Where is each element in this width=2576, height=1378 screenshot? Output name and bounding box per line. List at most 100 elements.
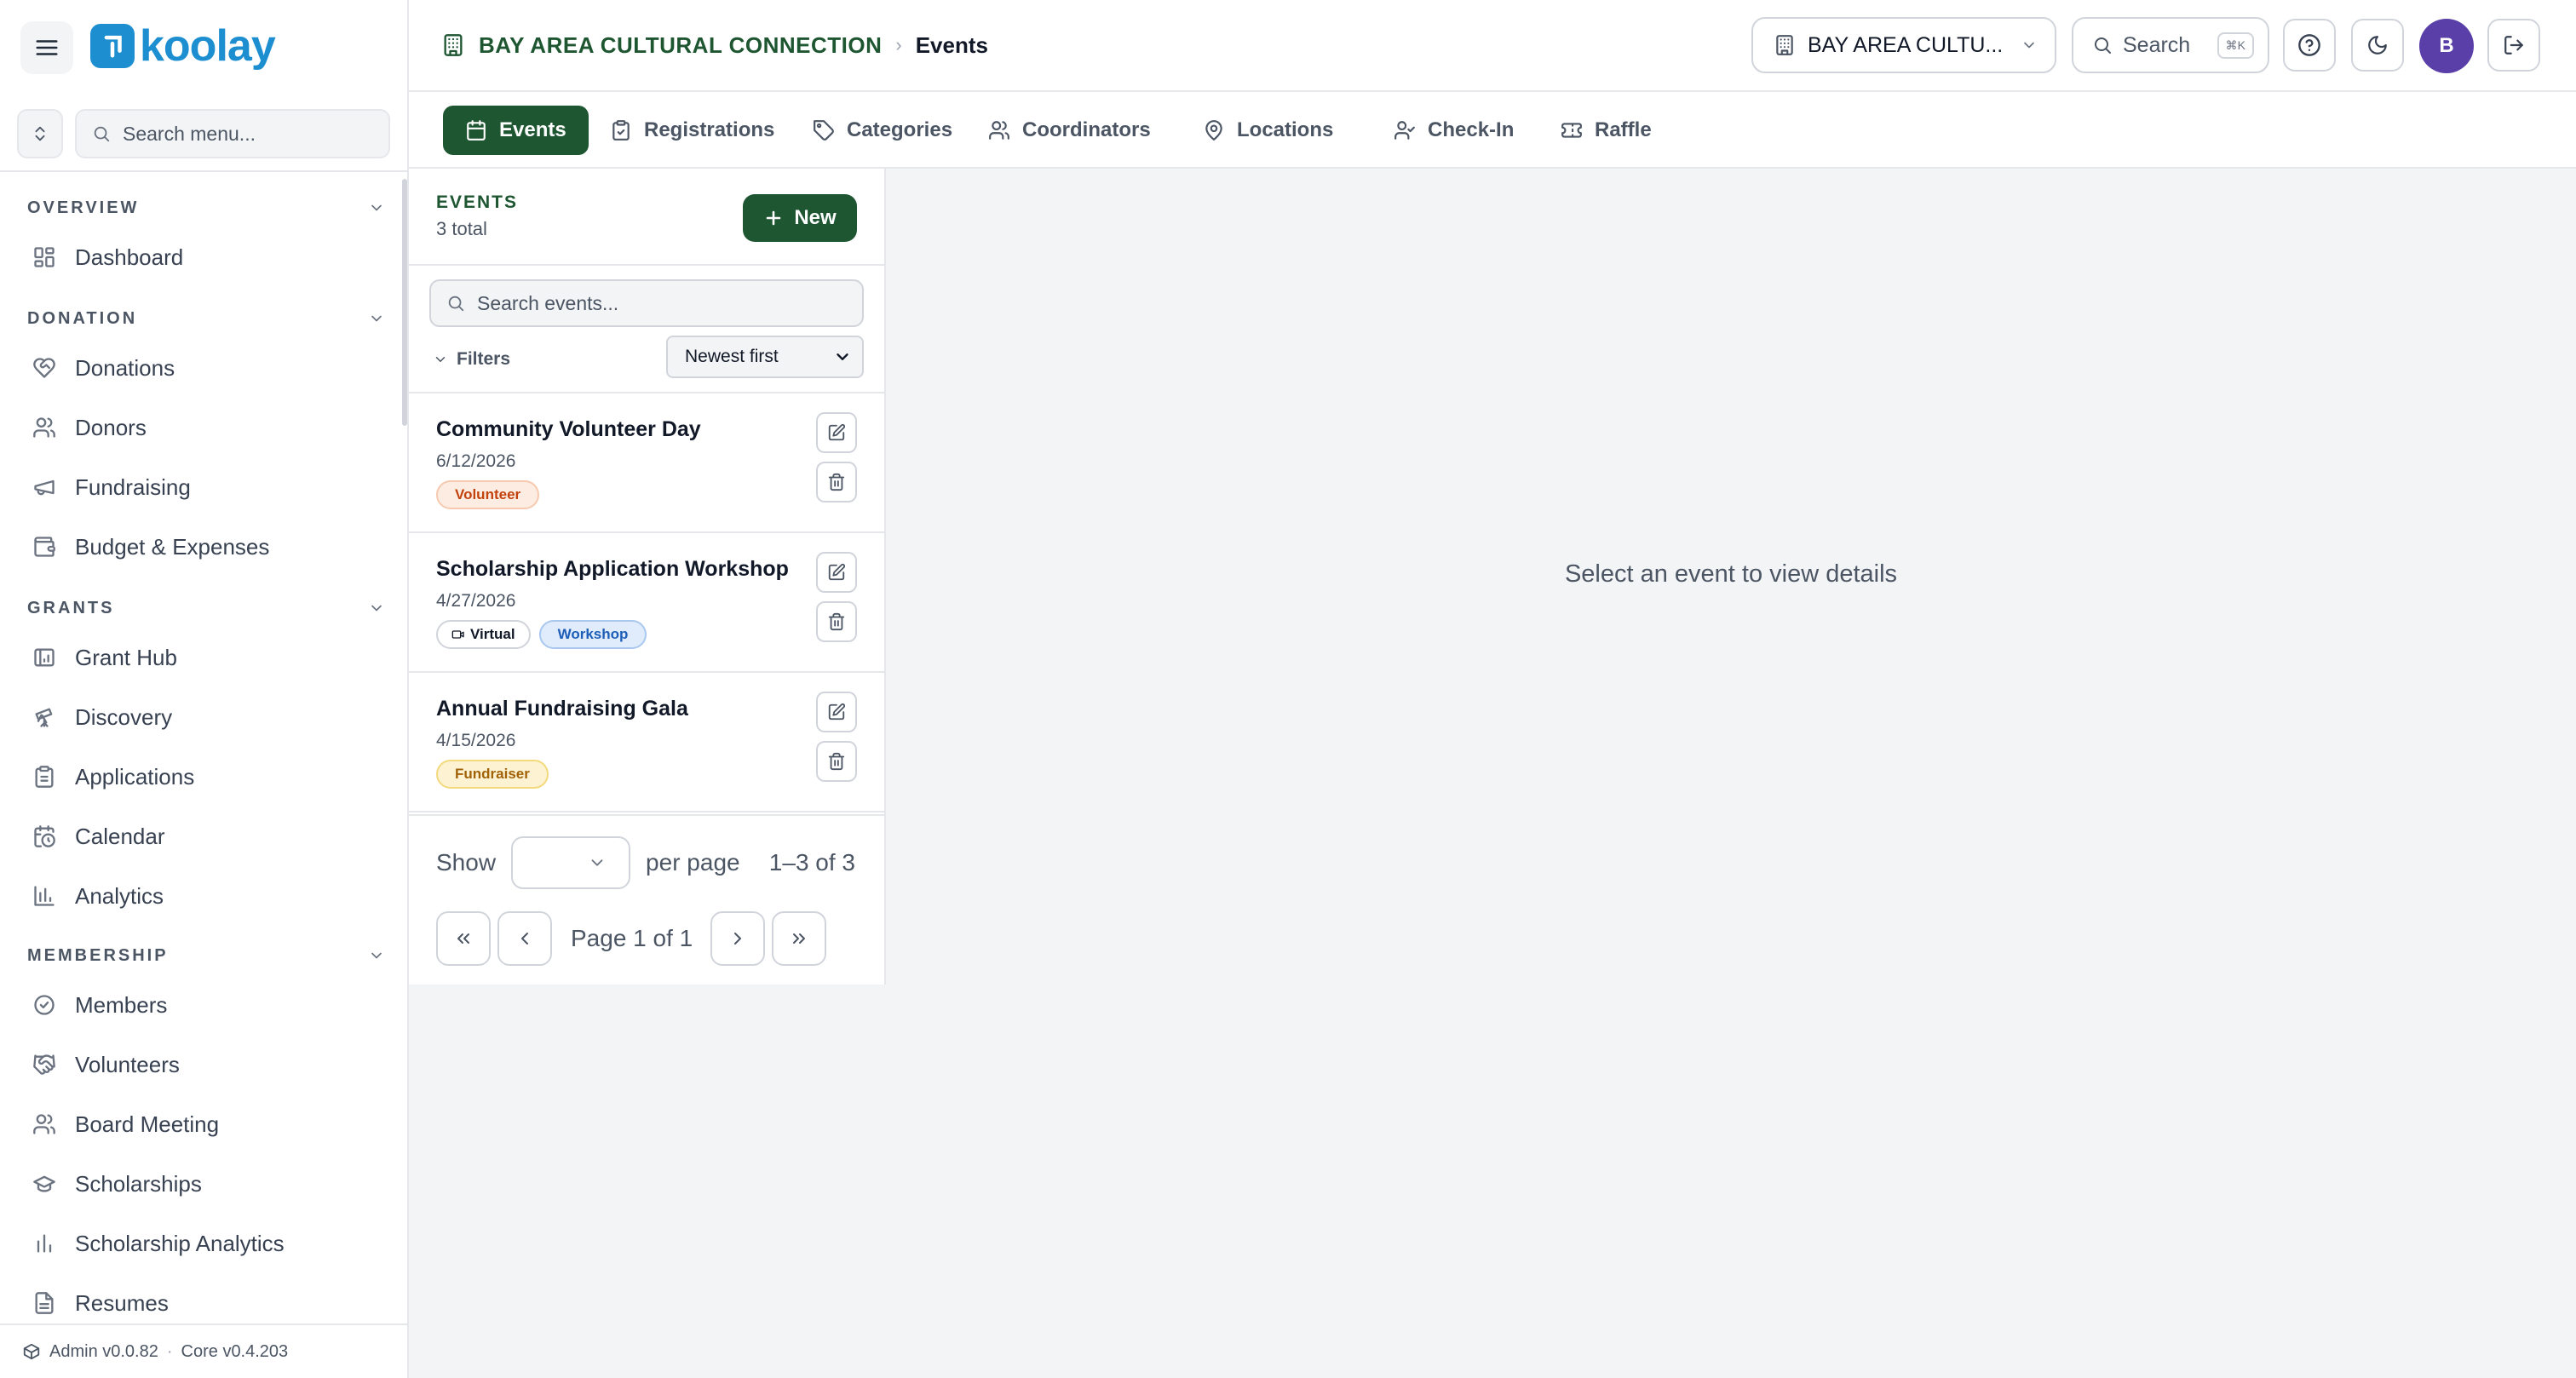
tab-raffle[interactable]: Raffle — [1538, 106, 1674, 155]
sidebar-scrollbar[interactable] — [402, 179, 407, 426]
sidebar-item-resumes[interactable]: Resumes — [20, 1279, 387, 1323]
logout-button[interactable] — [2487, 19, 2540, 72]
sidebar-item-dashboard[interactable]: Dashboard — [20, 233, 387, 281]
event-tags: Fundraiser — [436, 760, 549, 789]
sort-select[interactable]: Newest first — [666, 336, 864, 378]
sidebar-item-scholarships[interactable]: Scholarships — [20, 1160, 387, 1208]
bar-chart-icon — [37, 1234, 52, 1253]
sidebar-item-analytics[interactable]: Analytics — [20, 872, 387, 920]
org-selector[interactable]: BAY AREA CULTU... — [1751, 17, 2056, 73]
handshake-icon — [33, 1054, 55, 1075]
chevrons-right-icon — [793, 933, 805, 944]
last-page-button[interactable] — [772, 911, 826, 966]
sidebar-item-fundraising[interactable]: Fundraising — [20, 463, 387, 511]
tab-events[interactable]: Events — [443, 106, 589, 155]
sidebar-item-applications[interactable]: Applications — [20, 753, 387, 801]
sidebar-item-donors[interactable]: Donors — [20, 404, 387, 451]
edit-event-button[interactable] — [816, 552, 857, 593]
new-event-button[interactable]: New — [743, 194, 857, 242]
sidebar-item-label: Resumes — [75, 1289, 169, 1316]
chevron-down-icon — [371, 204, 382, 211]
event-card[interactable]: Scholarship Application Workshop 4/27/20… — [409, 533, 884, 673]
chevron-down-icon — [2024, 42, 2034, 49]
sidebar-item-label: Applications — [75, 763, 195, 789]
building-icon — [1776, 35, 1793, 55]
help-button[interactable] — [2283, 19, 2336, 72]
virtual-badge: Virtual — [436, 620, 531, 649]
events-count: 3 total — [436, 218, 487, 239]
event-name: Scholarship Application Workshop — [436, 557, 789, 581]
sidebar-item-donations[interactable]: Donations — [20, 344, 387, 392]
events-search-input[interactable] — [477, 291, 835, 315]
sidebar-item-members[interactable]: Members — [20, 981, 387, 1029]
sidebar-item-board-meeting[interactable]: Board Meeting — [20, 1100, 387, 1148]
breadcrumb-org[interactable]: BAY AREA CULTURAL CONNECTION — [479, 32, 882, 59]
sidebar-item-label: Scholarship Analytics — [75, 1230, 285, 1256]
search-icon — [2095, 37, 2111, 54]
sidebar-item-label: Discovery — [75, 703, 173, 730]
tab-registrations[interactable]: Registrations — [588, 106, 796, 155]
sidebar-item-budget-expenses[interactable]: Budget & Expenses — [20, 523, 387, 571]
first-page-button[interactable] — [436, 911, 491, 966]
sidebar-item-label: Volunteers — [75, 1051, 180, 1077]
sidebar-item-label: Dashboard — [75, 244, 184, 270]
events-search-box — [429, 279, 864, 327]
search-shortcut: ⌘K — [2217, 32, 2254, 59]
delete-event-button[interactable] — [816, 601, 857, 642]
event-card[interactable]: Community Volunteer Day 6/12/2026 Volunt… — [409, 393, 884, 533]
section-membership[interactable]: MEMBERSHIP — [27, 940, 385, 971]
sidebar-item-label: Budget & Expenses — [75, 533, 270, 560]
search-label: Search — [2123, 32, 2191, 57]
delete-event-button[interactable] — [816, 741, 857, 782]
section-title: OVERVIEW — [27, 198, 140, 217]
help-circle-icon — [2298, 34, 2320, 56]
menu-toggle-button[interactable] — [20, 21, 73, 74]
collapse-expand-button[interactable] — [17, 109, 63, 158]
tab-locations[interactable]: Locations — [1181, 106, 1355, 155]
logo-text: koolay — [140, 21, 276, 71]
sidebar-item-scholarship-analytics[interactable]: Scholarship Analytics — [20, 1220, 387, 1267]
prev-page-button[interactable] — [497, 911, 552, 966]
delete-event-button[interactable] — [816, 462, 857, 502]
org-selector-label: BAY AREA CULTU... — [1808, 32, 2004, 57]
event-name: Community Volunteer Day — [436, 417, 701, 441]
sidebar-search-box — [75, 109, 390, 158]
tab-coordinators[interactable]: Coordinators — [966, 106, 1173, 155]
bar-chart-icon — [34, 886, 55, 906]
edit-event-button[interactable] — [816, 412, 857, 453]
user-avatar[interactable]: B — [2419, 19, 2474, 73]
event-card[interactable]: Annual Fundraising Gala 4/15/2026 Fundra… — [409, 673, 884, 812]
global-search-button[interactable]: Search ⌘K — [2072, 17, 2269, 73]
tab-categories[interactable]: Categories — [791, 106, 975, 155]
event-tags: Virtual Workshop — [436, 620, 647, 649]
sidebar-item-discovery[interactable]: Discovery — [20, 693, 387, 741]
users-icon — [33, 1114, 55, 1134]
section-overview[interactable]: OVERVIEW — [27, 192, 385, 223]
sidebar-search-input[interactable] — [123, 122, 361, 146]
breadcrumb-current: Events — [915, 32, 988, 58]
building-icon — [444, 34, 463, 56]
filters-toggle[interactable]: Filters — [433, 344, 510, 375]
section-grants[interactable]: GRANTS — [27, 593, 385, 623]
user-check-icon — [1394, 121, 1415, 140]
sidebar-item-volunteers[interactable]: Volunteers — [20, 1041, 387, 1088]
section-donation[interactable]: DONATION — [27, 303, 385, 334]
hamburger-icon — [36, 40, 58, 55]
megaphone-icon — [34, 479, 55, 496]
footer-separator: · — [166, 1341, 173, 1361]
sidebar-header: koolay — [0, 0, 407, 94]
trash-icon — [828, 473, 845, 491]
tab-check-in[interactable]: Check-In — [1371, 106, 1536, 155]
sidebar-item-calendar[interactable]: Calendar — [20, 812, 387, 860]
next-page-button[interactable] — [710, 911, 765, 966]
chevrons-left-icon — [457, 933, 469, 944]
trash-icon — [828, 752, 845, 771]
edit-event-button[interactable] — [816, 692, 857, 732]
sidebar-item-label: Analytics — [75, 882, 164, 909]
sidebar-item-grant-hub[interactable]: Grant Hub — [20, 634, 387, 681]
chevron-down-icon — [837, 353, 848, 360]
theme-toggle-button[interactable] — [2351, 19, 2404, 72]
per-page-select[interactable] — [511, 836, 631, 889]
app-logo[interactable]: koolay — [90, 21, 276, 71]
category-badge: Workshop — [538, 620, 647, 649]
